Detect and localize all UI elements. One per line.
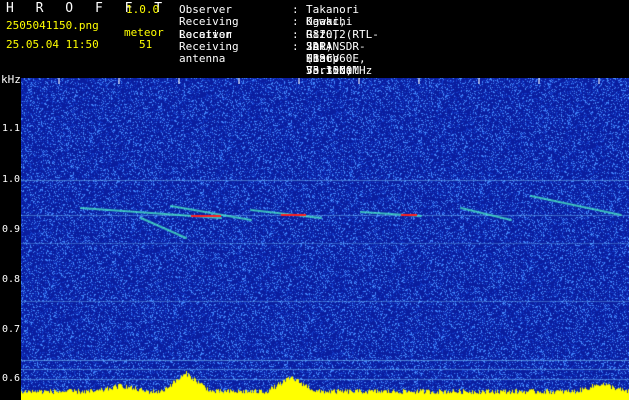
freq-unit-label: kHz: [1, 73, 21, 86]
meteor-count: 51: [139, 38, 153, 51]
freq-label: 0.7: [2, 324, 21, 335]
waterfall-overlay: [58, 78, 600, 84]
date-time: 25.05.04 11:50: [6, 38, 99, 51]
file-name: 2505041150.png: [6, 19, 99, 32]
info-key: Receiving antenna: [179, 39, 239, 66]
freq-label: 1.0: [2, 174, 21, 185]
header-panel: H R O F F T 1.0.0 2505041150.png 25.05.0…: [0, 0, 629, 102]
freq-label: 0.9: [2, 224, 21, 235]
app-version: 1.0.0: [126, 3, 160, 16]
freq-label: 0.8: [2, 274, 21, 285]
freq-label: 1.1: [2, 123, 21, 134]
freq-label: 0.6: [2, 373, 21, 384]
minute-ticks: [58, 78, 600, 84]
